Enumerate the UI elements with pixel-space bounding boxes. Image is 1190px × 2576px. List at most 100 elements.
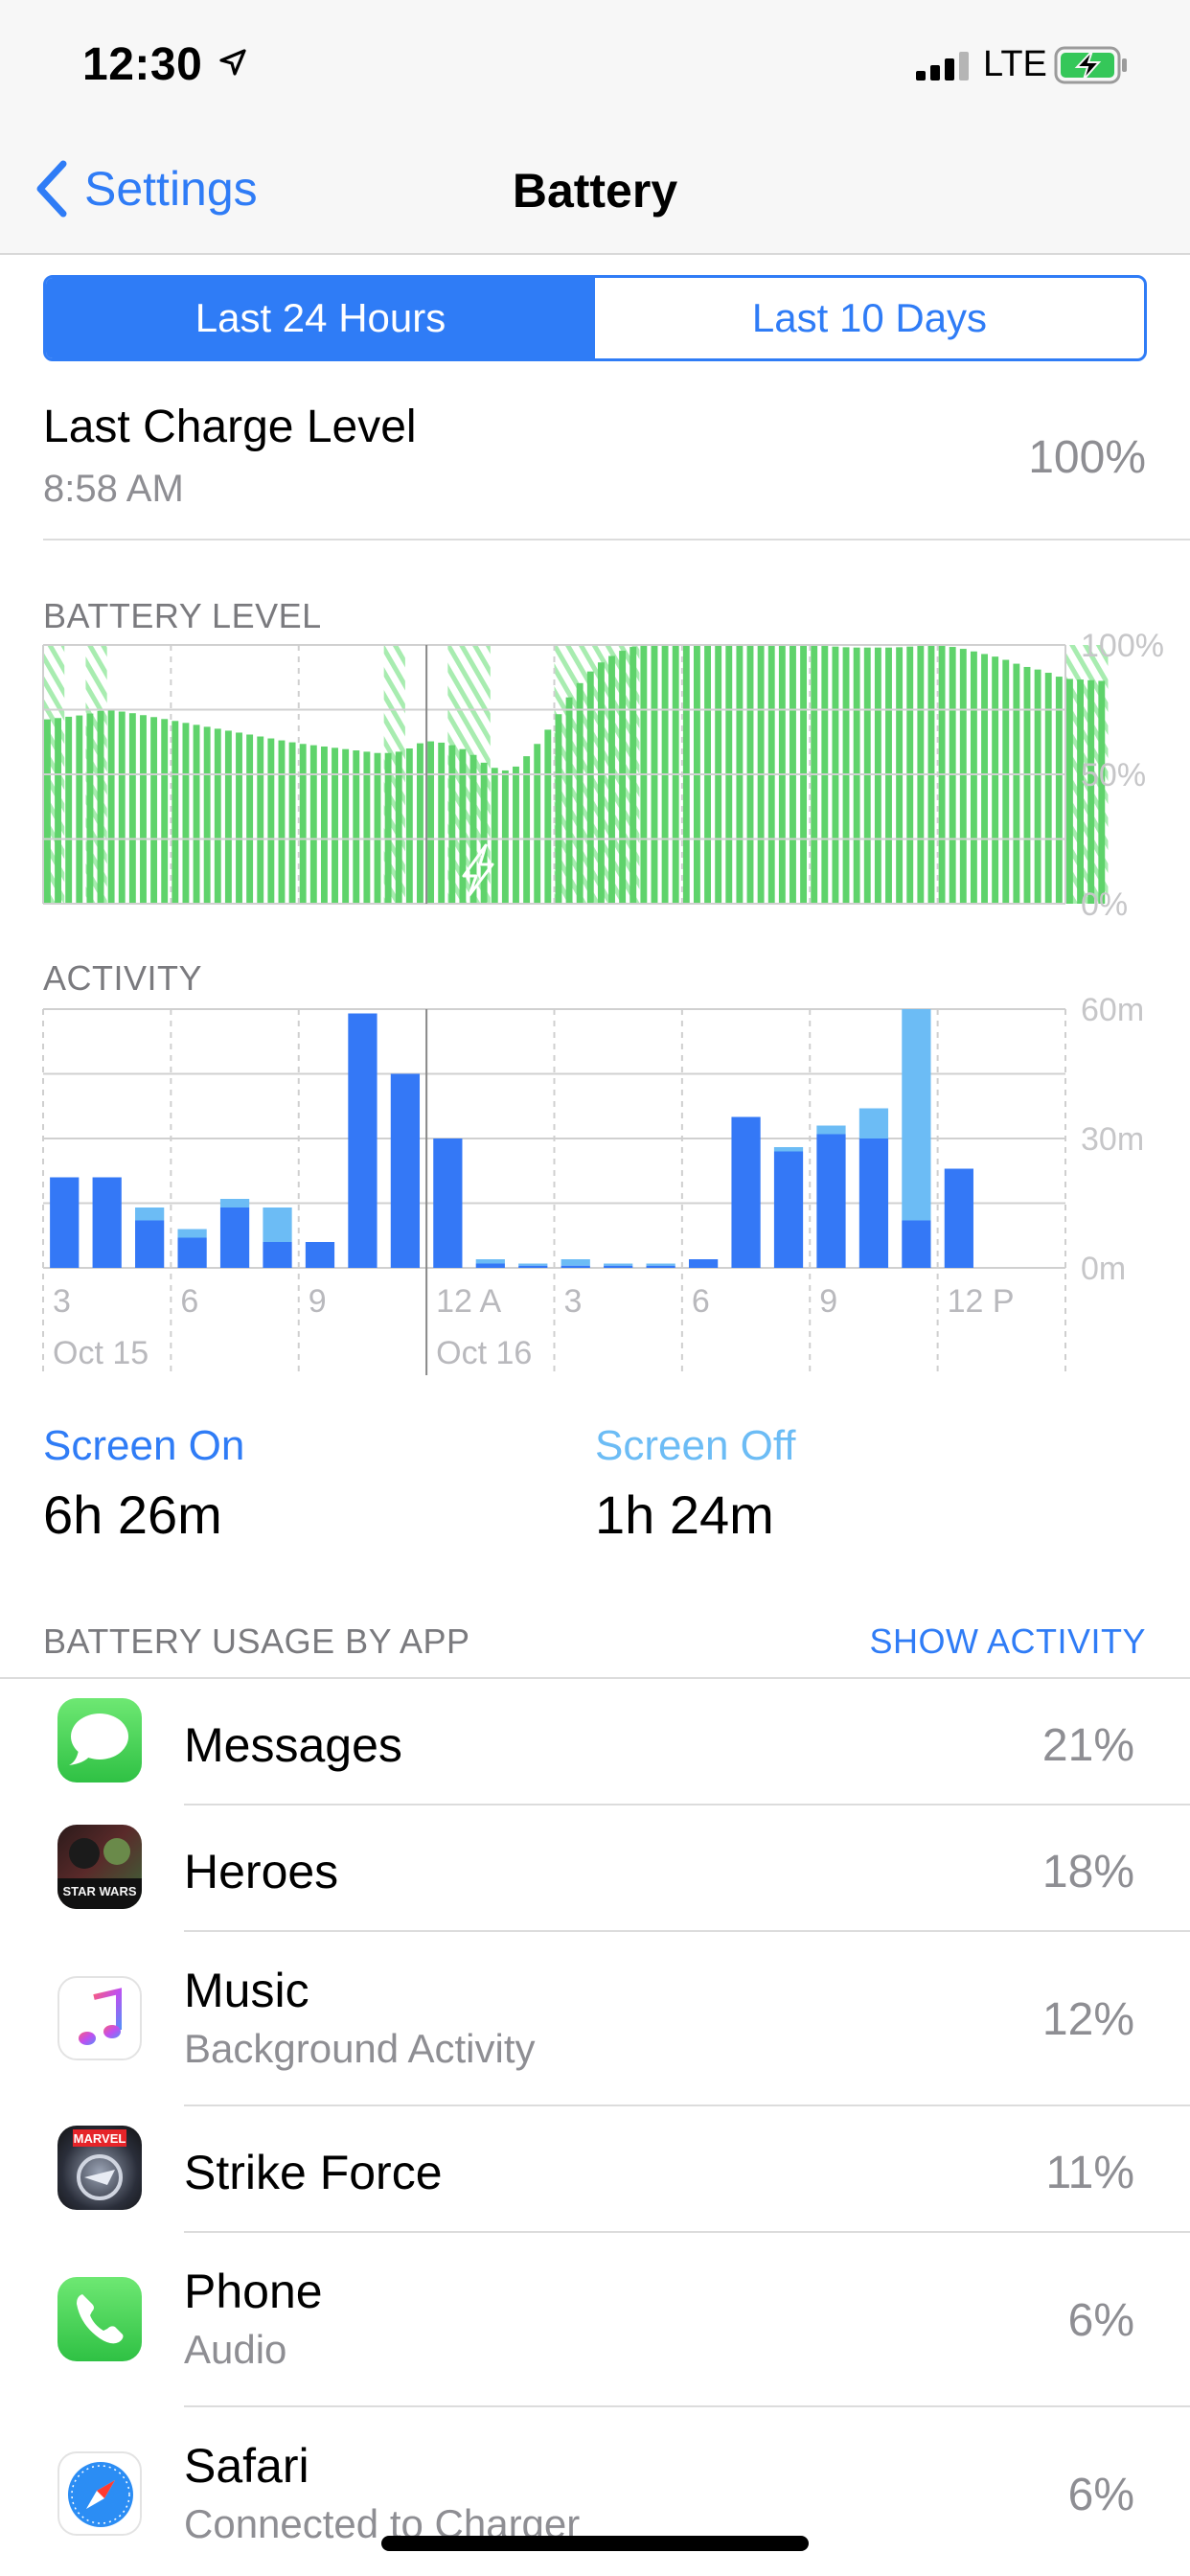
- battery-bar: [970, 651, 977, 904]
- screen-on-bar: [219, 1208, 250, 1268]
- screen-on-bar: [646, 1265, 675, 1268]
- last-charge-time: 8:58 AM: [43, 468, 184, 510]
- battery-bar: [172, 721, 179, 904]
- y-tick-label: 100%: [1081, 632, 1164, 664]
- battery-bar: [278, 740, 286, 904]
- segment-last-10-days[interactable]: Last 10 Days: [595, 278, 1144, 358]
- battery-bar: [1034, 669, 1041, 904]
- screen-off-bar: [475, 1259, 505, 1264]
- screen-on-bar: [858, 1138, 889, 1268]
- battery-bar: [555, 714, 562, 904]
- x-tick-label: 9: [309, 1283, 327, 1320]
- battery-bar: [544, 729, 552, 904]
- battery-bar: [76, 715, 83, 904]
- battery-bar: [150, 717, 158, 904]
- battery-bar: [44, 719, 51, 904]
- x-tick-label: 12 P: [948, 1283, 1015, 1320]
- battery-bar: [480, 762, 488, 904]
- battery-bar: [1066, 678, 1073, 904]
- screen-off-bar: [561, 1259, 590, 1266]
- screen-off-bar: [646, 1263, 675, 1266]
- app-name: Strike Force: [184, 2146, 443, 2199]
- screen-on-bar: [773, 1151, 804, 1268]
- screen-on-bar: [944, 1168, 973, 1268]
- battery-bar: [417, 743, 423, 904]
- music-icon: [57, 1976, 142, 2060]
- battery-bar: [193, 724, 200, 904]
- battery-bar: [236, 732, 242, 904]
- battery-bar: [448, 745, 456, 904]
- date-label: Oct 15: [53, 1335, 149, 1371]
- screen-off-bar: [902, 1009, 931, 1221]
- battery-bar: [86, 713, 94, 904]
- app-row-messages[interactable]: Messages 21%: [0, 1679, 1190, 1804]
- battery-bar: [565, 697, 573, 904]
- network-type: LTE: [983, 44, 1047, 84]
- star-wars-heroes-icon: STAR WARS: [57, 1825, 142, 1909]
- app-row-music[interactable]: Music Background Activity 12%: [0, 1932, 1190, 2104]
- screen-on-bar: [731, 1116, 761, 1268]
- battery-bar: [981, 654, 988, 904]
- battery-bar: [501, 770, 509, 904]
- battery-bar: [107, 710, 115, 904]
- battery-bar: [224, 730, 232, 904]
- app-row-strike-force[interactable]: MARVEL Strike Force 11%: [0, 2106, 1190, 2231]
- safari-icon: [57, 2451, 142, 2536]
- battery-level-label: BATTERY LEVEL: [43, 596, 322, 635]
- screen-on-bar: [902, 1220, 931, 1268]
- app-percentage: 12%: [1041, 1994, 1134, 2045]
- app-name: Heroes: [184, 1845, 339, 1898]
- battery-bar: [1013, 663, 1020, 904]
- screen-on-bar: [348, 1013, 378, 1268]
- cellular-signal-icon: [916, 52, 969, 80]
- battery-charging-icon: [1054, 46, 1127, 84]
- battery-bar: [1044, 673, 1052, 904]
- top-bar: 12:30 LTE Settings Battery: [0, 0, 1190, 255]
- app-name: Messages: [184, 1718, 402, 1772]
- battery-bar: [342, 748, 350, 904]
- home-indicator[interactable]: [381, 2536, 809, 2551]
- battery-bar: [576, 682, 584, 904]
- battery-bar: [405, 748, 413, 904]
- app-percentage: 6%: [1067, 2470, 1134, 2520]
- app-row-heroes[interactable]: STAR WARS Heroes 18%: [0, 1806, 1190, 1930]
- screen-on-bar: [688, 1259, 719, 1268]
- battery-bar: [214, 728, 221, 904]
- battery-bar: [885, 647, 892, 904]
- star-wars-logo-text: STAR WARS: [62, 1884, 136, 1898]
- battery-bar: [586, 671, 594, 904]
- app-percentage: 11%: [1045, 2148, 1134, 2198]
- status-time: 12:30: [82, 39, 203, 90]
- battery-bar: [842, 647, 850, 904]
- show-activity-button[interactable]: SHOW ACTIVITY: [869, 1622, 1146, 1662]
- battery-bar: [246, 734, 254, 904]
- app-row-phone[interactable]: Phone Audio 6%: [0, 2233, 1190, 2405]
- messages-icon: [57, 1698, 142, 1782]
- battery-bar: [534, 744, 541, 904]
- battery-bar: [513, 766, 519, 904]
- battery-bar: [459, 748, 467, 904]
- app-name: Safari: [184, 2439, 309, 2493]
- battery-bar: [299, 744, 307, 904]
- x-tick-label: 3: [564, 1283, 583, 1320]
- activity-label: ACTIVITY: [43, 958, 203, 998]
- screen-off-bar: [518, 1263, 548, 1266]
- segment-last-24-hours[interactable]: Last 24 Hours: [46, 278, 595, 358]
- battery-bar: [427, 741, 435, 904]
- battery-bar: [161, 719, 169, 904]
- x-tick-label: 9: [819, 1283, 837, 1320]
- screen-on-bar: [50, 1177, 80, 1268]
- battery-bar: [1055, 677, 1063, 904]
- battery-bar: [140, 715, 147, 904]
- screen-on-bar: [390, 1073, 421, 1268]
- y-tick-label: 50%: [1081, 757, 1146, 794]
- battery-bar: [118, 711, 126, 904]
- screen-on-bar: [604, 1265, 633, 1268]
- battery-bar: [203, 726, 211, 904]
- page-title: Battery: [512, 164, 678, 218]
- screen-on-value: 6h 26m: [43, 1484, 222, 1545]
- battery-bar: [288, 742, 296, 904]
- battery-bar: [65, 716, 73, 904]
- screen-on-bar: [433, 1138, 463, 1268]
- battery-bar: [320, 746, 328, 904]
